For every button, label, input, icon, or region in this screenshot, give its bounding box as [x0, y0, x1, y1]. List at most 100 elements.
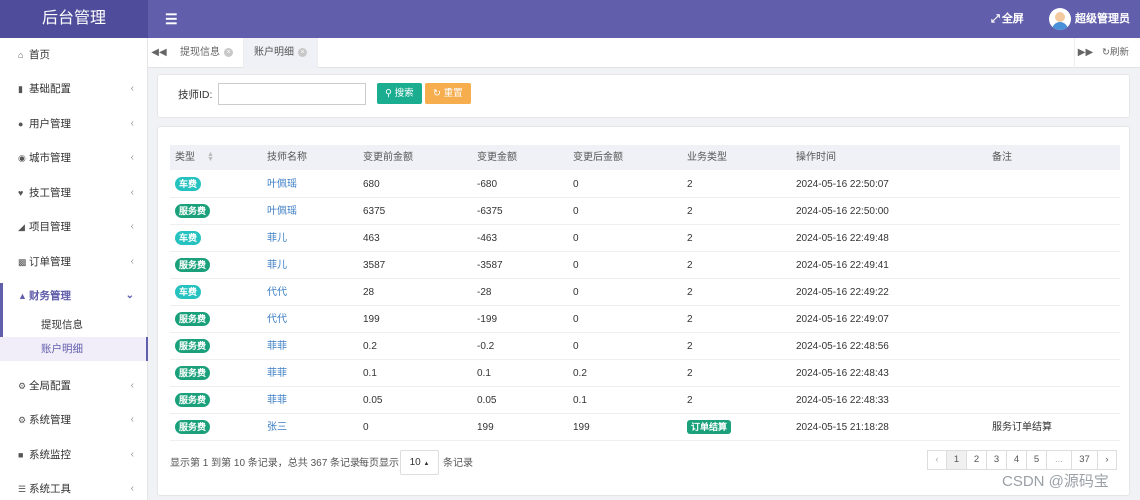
page-button[interactable]: 4 [1006, 450, 1027, 470]
column-header-label: 类型 [175, 152, 195, 163]
hamburger-icon[interactable]: ☰ [165, 9, 178, 29]
sidebar-item-label: 用户管理 [29, 118, 71, 130]
sidebar-item-label: 系统监控 [29, 449, 71, 461]
type-badge: 服务费 [175, 204, 211, 219]
amount-before: 680 [363, 179, 380, 190]
business-type: 2 [687, 341, 693, 352]
amount-change: 0.05 [477, 395, 497, 406]
operation-time: 2024-05-16 22:48:33 [796, 395, 889, 406]
sidebar-item-monitoring[interactable]: ■ 系统监控 ‹ [0, 438, 148, 472]
prev-page-button[interactable]: ‹ [927, 450, 947, 470]
close-icon[interactable]: × [224, 47, 233, 57]
technician-id-input[interactable] [218, 83, 366, 105]
operation-time: 2024-05-16 22:49:48 [796, 233, 889, 244]
technician-name-link[interactable]: 叶佩瑶 [267, 171, 297, 198]
reset-button[interactable]: ↻ 重置 [425, 83, 471, 104]
amount-before: 0 [363, 422, 369, 433]
column-header-type[interactable]: 类型 ▲ ▼ [175, 145, 214, 170]
sidebar-item-label: 财务管理 [29, 290, 71, 302]
sidebar-item-finance[interactable]: ▲ 财务管理 ⌄ [0, 279, 148, 313]
area-chart-icon: ▲ [18, 291, 27, 301]
technician-name-link[interactable]: 张三 [267, 414, 287, 441]
page-size-select[interactable]: 10 ▲ [400, 450, 439, 475]
table-row: 服务费 代代 199 -199 0 2 2024-05-16 22:49:07 [170, 306, 1120, 333]
sidebar-item-home[interactable]: ⌂ 首页 [0, 38, 148, 72]
sidebar-item-technicians[interactable]: ♥ 技工管理 ‹ [0, 176, 148, 210]
fullscreen-label: 全屏 [1001, 13, 1024, 25]
page-button[interactable]: 37 [1071, 450, 1098, 470]
sidebar-subitem-label: 账户明细 [41, 343, 83, 355]
column-header-time: 操作时间 [796, 152, 836, 163]
user-icon: ● [18, 119, 24, 129]
column-header-biz-type: 业务类型 [687, 152, 727, 163]
technician-name-link[interactable]: 菲菲 [267, 360, 287, 387]
fullscreen-button[interactable]: ⤢ 全屏 [991, 0, 1024, 38]
amount-change: -463 [477, 233, 498, 244]
technician-name-link[interactable]: 菲儿 [267, 225, 287, 252]
type-cell: 服务费 [175, 387, 211, 414]
sidebar-item-tools[interactable]: ☰ 系统工具 ‹ [0, 472, 148, 500]
refresh-button[interactable]: ↻刷新 [1102, 38, 1129, 68]
tabs-scroll-right-icon[interactable]: ▶▶ [1074, 38, 1096, 68]
sidebar-item-basic-config[interactable]: ▮ 基础配置 ‹ [0, 72, 148, 106]
bar-chart-icon: ▩ [18, 257, 27, 267]
tab-label: 提现信息 [180, 47, 220, 58]
list-icon: ☰ [18, 484, 27, 494]
user-menu[interactable]: 超级管理员 [1049, 8, 1130, 31]
technician-name-link[interactable]: 代代 [267, 306, 287, 333]
technician-name-link[interactable]: 叶佩瑶 [267, 198, 297, 225]
tab-withdrawals[interactable]: 提现信息 × [170, 38, 244, 68]
sidebar-item-system[interactable]: ⚙ 系统管理 ‹ [0, 403, 148, 437]
technician-name-link[interactable]: 菲菲 [267, 387, 287, 414]
close-icon[interactable]: × [298, 47, 307, 57]
reset-icon: ↻ [433, 88, 441, 99]
technician-name-link[interactable]: 菲儿 [267, 252, 287, 279]
search-button[interactable]: ⚲ 搜索 [377, 83, 422, 104]
table-row: 车费 叶佩瑶 680 -680 0 2 2024-05-16 22:50:07 [170, 171, 1120, 198]
chevron-left-icon: ‹ [130, 256, 134, 267]
amount-change: -3587 [477, 260, 503, 271]
amount-after: 199 [573, 422, 590, 433]
operation-time: 2024-05-15 21:18:28 [796, 422, 889, 433]
sidebar-subitem-withdrawals[interactable]: 提现信息 [0, 313, 148, 337]
refresh-icon: ↻ [1102, 47, 1110, 58]
page-button[interactable]: 5 [1026, 450, 1047, 470]
technician-name-link[interactable]: 代代 [267, 279, 287, 306]
sidebar-item-projects[interactable]: ◢ 项目管理 ‹ [0, 210, 148, 244]
table-row: 服务费 菲菲 0.1 0.1 0.2 2 2024-05-16 22:48:43 [170, 360, 1120, 387]
watermark: CSDN @源码宝 [1002, 473, 1109, 490]
chevron-left-icon: ‹ [130, 221, 134, 232]
type-badge: 服务费 [175, 258, 211, 273]
sidebar-item-global-config[interactable]: ⚙ 全局配置 ‹ [0, 369, 148, 403]
search-icon: ⚲ [385, 88, 392, 99]
amount-before: 463 [363, 233, 380, 244]
column-header-name: 技师名称 [267, 152, 307, 163]
tag-icon: ◢ [18, 222, 25, 232]
sidebar-item-orders[interactable]: ▩ 订单管理 ‹ [0, 245, 148, 279]
business-type: 2 [687, 314, 693, 325]
pagination: ‹ 1 2 3 4 5 ... 37 › [927, 450, 1117, 470]
business-type: 2 [687, 368, 693, 379]
tab-account-details[interactable]: 账户明细 × [244, 38, 318, 68]
next-page-button[interactable]: › [1097, 450, 1117, 470]
page-button[interactable]: 1 [946, 450, 967, 470]
gears-icon: ⚙ [18, 381, 27, 391]
business-type: 2 [687, 260, 693, 271]
amount-before: 0.2 [363, 341, 377, 352]
amount-change: -0.2 [477, 341, 495, 352]
sidebar-item-users[interactable]: ● 用户管理 ‹ [0, 107, 148, 141]
operation-time: 2024-05-16 22:49:41 [796, 260, 889, 271]
business-type-badge: 订单结算 [687, 420, 732, 435]
sidebar-subitem-account-details[interactable]: 账户明细 [0, 337, 148, 361]
amount-after: 0.2 [573, 368, 587, 379]
technician-name-link[interactable]: 菲菲 [267, 333, 287, 360]
tabs-scroll-left-icon[interactable]: ◀◀ [148, 38, 170, 68]
type-cell: 车费 [175, 279, 202, 306]
type-badge: 服务费 [175, 312, 211, 327]
sidebar-item-cities[interactable]: ◉ 城市管理 ‹ [0, 141, 148, 175]
page-button[interactable]: 2 [966, 450, 987, 470]
page-button[interactable]: 3 [986, 450, 1007, 470]
video-icon: ■ [18, 450, 24, 460]
amount-before: 3587 [363, 260, 386, 271]
technician-id-label: 技师ID: [178, 89, 213, 101]
